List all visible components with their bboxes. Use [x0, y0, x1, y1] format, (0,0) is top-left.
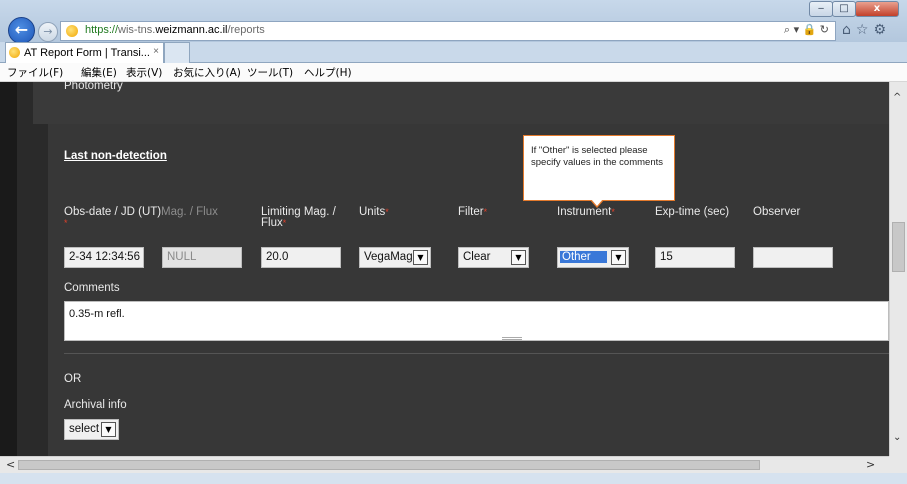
units-label: Units*: [359, 206, 389, 218]
window-controls: ‒ □ x: [809, 1, 899, 17]
units-selected-value: VegaMag: [364, 251, 413, 263]
scroll-corner: [889, 456, 907, 473]
menu-tools[interactable]: ツール(T): [247, 65, 293, 80]
instrument-label: Instrument*: [557, 206, 615, 218]
filter-label: Filter*: [458, 206, 488, 218]
instrument-selected-value: Other: [560, 251, 607, 263]
url-text[interactable]: https://wis-tns.weizmann.ac.il/reports: [85, 24, 265, 36]
observer-label: Observer: [753, 206, 801, 218]
required-mark: *: [483, 207, 488, 217]
chevron-down-icon[interactable]: ▼: [611, 250, 626, 265]
tab-at-report-form[interactable]: AT Report Form | Transi... ×: [5, 42, 164, 64]
menu-edit[interactable]: 編集(E): [81, 65, 117, 80]
exp-time-input[interactable]: 15: [655, 247, 735, 268]
vertical-scrollbar[interactable]: ^ ⌄: [889, 82, 907, 456]
menu-bar: ファイル(F) 編集(E) 表示(V) お気に入り(A) ツール(T) ヘルプ(…: [0, 63, 907, 82]
obs-date-label: Obs-date / JD (UT) *: [64, 206, 162, 229]
required-mark: *: [64, 218, 68, 228]
filter-select[interactable]: Clear ▼: [458, 247, 529, 268]
instrument-tooltip: If "Other" is selected please specify va…: [523, 135, 675, 201]
archival-selected-value: select: [69, 423, 100, 435]
photometry-panel: [33, 82, 889, 124]
maximize-button[interactable]: □: [832, 1, 856, 17]
vertical-scroll-thumb[interactable]: [892, 222, 905, 272]
tab-label: AT Report Form | Transi...: [24, 47, 150, 59]
menu-favorites[interactable]: お気に入り(A): [173, 65, 241, 80]
required-mark: *: [611, 207, 615, 217]
url-domain: weizmann.ac.il: [155, 24, 228, 36]
scroll-left-icon[interactable]: <: [6, 458, 15, 471]
archival-info-label: Archival info: [64, 399, 127, 411]
instrument-select[interactable]: Other ▼: [557, 247, 629, 268]
instrument-label-text: Instrument: [557, 206, 612, 218]
tab-favicon-icon: [9, 47, 20, 58]
tab-strip: AT Report Form | Transi... ×: [0, 42, 907, 64]
resize-grip-icon[interactable]: [502, 337, 522, 340]
chevron-down-icon[interactable]: ▼: [511, 250, 526, 265]
section-divider: [64, 353, 889, 354]
forward-button[interactable]: →: [38, 22, 58, 42]
required-mark: *: [282, 218, 287, 228]
obs-date-label-text: Obs-date / JD (UT): [64, 206, 162, 218]
photometry-heading: Photometry: [64, 80, 123, 92]
horizontal-scrollbar[interactable]: < >: [0, 456, 889, 473]
horizontal-scroll-thumb[interactable]: [18, 460, 760, 470]
limiting-mag-input[interactable]: 20.0: [261, 247, 341, 268]
limiting-mag-label-line2: Flux: [261, 217, 283, 229]
scroll-up-icon[interactable]: ^: [893, 92, 901, 103]
comments-textarea[interactable]: 0.35-m refl.: [64, 301, 889, 341]
mag-flux-input[interactable]: NULL: [162, 247, 242, 268]
scroll-right-icon[interactable]: >: [866, 458, 875, 471]
archival-info-select[interactable]: select ▼: [64, 419, 119, 440]
url-path: /reports: [227, 24, 265, 36]
mag-flux-label: Mag. / Flux: [161, 206, 218, 218]
comments-label: Comments: [64, 282, 120, 294]
address-bar[interactable]: https://wis-tns.weizmann.ac.il/reports ⌕…: [60, 21, 836, 41]
obs-date-input[interactable]: 2-34 12:34:56: [64, 247, 144, 268]
chevron-down-icon[interactable]: ▼: [101, 422, 116, 437]
observer-input[interactable]: [753, 247, 833, 268]
units-label-text: Units: [359, 206, 386, 218]
tooltip-arrow-inner: [591, 199, 603, 206]
address-actions-icons[interactable]: ⌕ ▾ 🔒 ↻: [784, 23, 829, 37]
last-non-detection-section: [48, 124, 889, 456]
section-title: Last non-detection: [64, 150, 167, 162]
menu-file[interactable]: ファイル(F): [7, 65, 63, 80]
or-label: OR: [64, 373, 82, 385]
exp-time-label: Exp-time (sec): [655, 206, 730, 218]
home-favorites-settings-icons[interactable]: ⌂☆⚙: [842, 22, 891, 38]
new-tab-button[interactable]: [164, 42, 190, 63]
filter-selected-value: Clear: [463, 251, 491, 263]
units-select[interactable]: VegaMag ▼: [359, 247, 431, 268]
scroll-down-icon[interactable]: ⌄: [893, 432, 901, 443]
minimize-button[interactable]: ‒: [809, 1, 833, 17]
chevron-down-icon[interactable]: ▼: [413, 250, 428, 265]
menu-view[interactable]: 表示(V): [126, 65, 162, 80]
tab-close-icon[interactable]: ×: [153, 46, 159, 57]
site-favicon-icon: [66, 25, 78, 37]
menu-help[interactable]: ヘルプ(H): [304, 65, 352, 80]
limiting-mag-label: Limiting Mag. / Flux*: [261, 206, 336, 229]
url-protocol: https://: [85, 24, 119, 36]
filter-label-text: Filter: [458, 206, 484, 218]
close-window-button[interactable]: x: [855, 1, 899, 17]
required-mark: *: [385, 207, 389, 217]
status-bar: [0, 473, 907, 484]
url-subdomain: wis-tns.: [118, 24, 156, 36]
back-button[interactable]: ←: [8, 17, 35, 44]
